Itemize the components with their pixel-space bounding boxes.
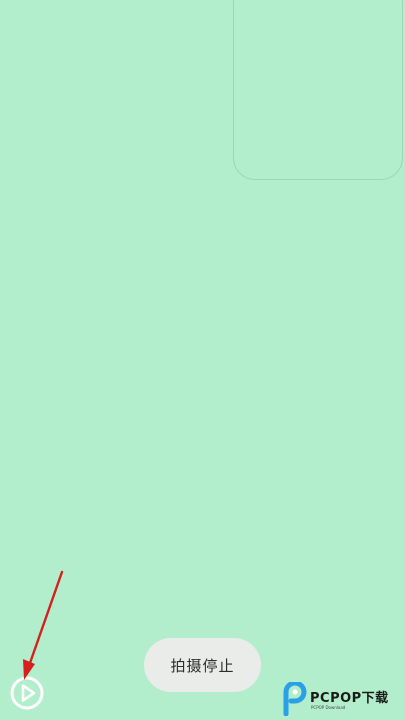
pcpop-logo-icon	[283, 682, 307, 716]
camera-screen: 拍摄停止 PCPOP下载 PCPOP Download	[0, 0, 405, 720]
toast-label: 拍摄停止	[170, 656, 235, 675]
preview-thumbnail-frame	[233, 0, 403, 180]
play-circle-icon	[10, 676, 44, 710]
pcpop-watermark: PCPOP下载 PCPOP Download	[280, 682, 403, 718]
watermark-brand: PCPOP下载	[310, 691, 389, 706]
play-button[interactable]	[8, 674, 46, 712]
watermark-subtext: PCPOP Download	[311, 705, 346, 710]
recording-stopped-toast: 拍摄停止	[144, 638, 261, 692]
